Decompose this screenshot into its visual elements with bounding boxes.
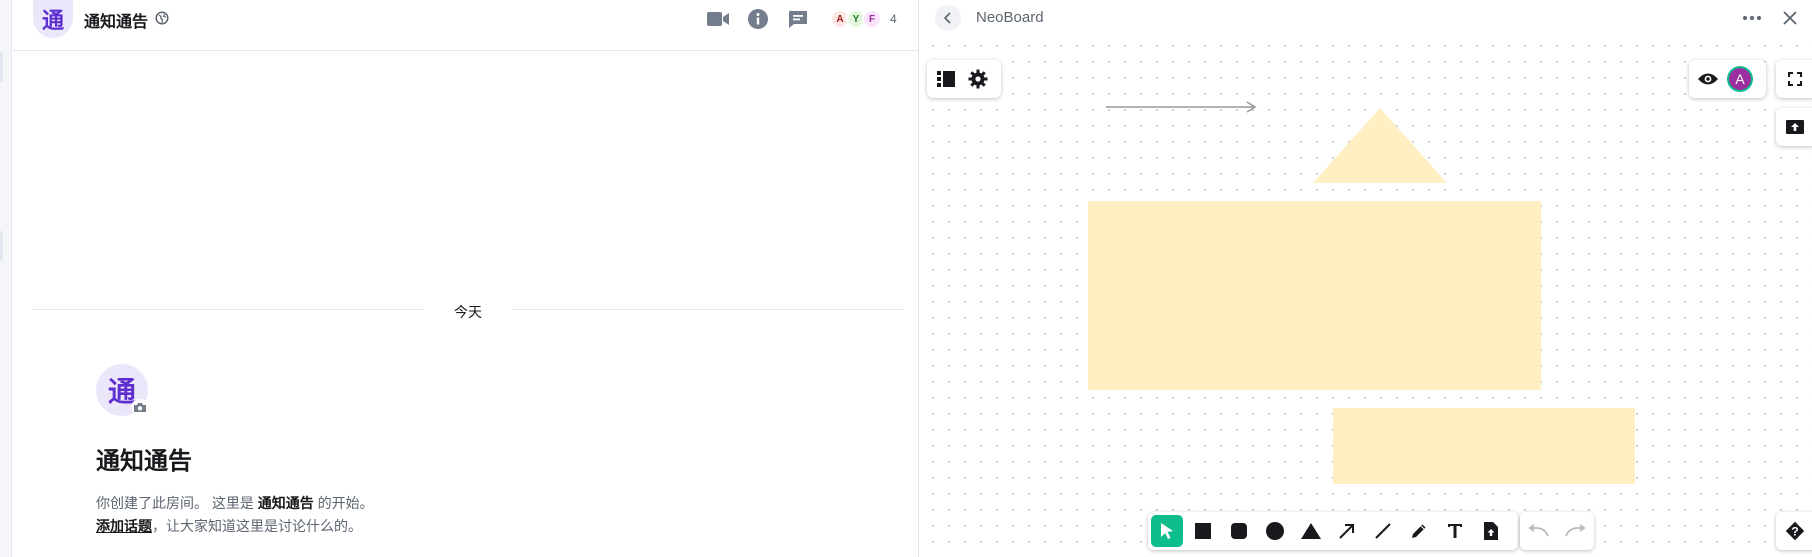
space-strip-marker xyxy=(0,52,3,82)
rectangle-shape[interactable] xyxy=(1088,201,1541,390)
intro-text-suffix: 的开始。 xyxy=(313,495,374,511)
rectangle-shape[interactable] xyxy=(1333,408,1635,484)
settings-icon[interactable] xyxy=(962,63,994,95)
whiteboard-canvas[interactable] xyxy=(919,0,1812,557)
room-avatar[interactable]: 通 xyxy=(33,0,73,38)
member-facepile[interactable]: A Y F 4 xyxy=(830,8,897,30)
intro-room-name: 通知通告 xyxy=(257,495,314,511)
room-name[interactable]: 通知通告 xyxy=(84,8,148,32)
presenter-panel: A xyxy=(1689,60,1766,98)
fullscreen-icon[interactable] xyxy=(1779,63,1811,95)
fullscreen-panel xyxy=(1776,60,1812,98)
presenter-initial: A xyxy=(1735,71,1745,87)
ellipse-tool-icon[interactable] xyxy=(1259,515,1291,547)
redo-icon[interactable] xyxy=(1559,515,1591,547)
presenter-view-icon[interactable] xyxy=(1692,63,1724,95)
tool-bar xyxy=(1148,512,1518,550)
more-options-icon[interactable] xyxy=(1739,6,1765,30)
text-tool-icon[interactable] xyxy=(1439,515,1471,547)
date-separator: 今天 xyxy=(33,302,903,320)
close-icon[interactable] xyxy=(1777,6,1803,30)
room-info-icon[interactable] xyxy=(746,8,770,30)
slide-panel xyxy=(927,60,1001,98)
back-button[interactable] xyxy=(935,5,961,31)
history-bar xyxy=(1520,512,1594,550)
member-avatar: F xyxy=(862,9,882,29)
room-intro-title: 通知通告 xyxy=(96,448,192,475)
room-intro-topic-text: 添加话题，让大家知道这里是讨论什么的。 xyxy=(96,516,362,536)
intro-text-prefix: 你创建了此房间。 这里是 xyxy=(96,495,258,511)
date-label: 今天 xyxy=(454,304,482,320)
camera-icon[interactable] xyxy=(131,399,149,415)
arrow-shape[interactable] xyxy=(1106,101,1257,113)
topic-hint-text: ，让大家知道这里是讨论什么的。 xyxy=(152,518,362,534)
neoboard-widget[interactable]: NeoBoard A ? xyxy=(918,0,1812,557)
rectangle-tool-icon[interactable] xyxy=(1187,515,1219,547)
room-view: 通 通知通告 A Y F 4 今天 通 通知通告 你创建了此房间。 这里是 通知… xyxy=(13,0,918,557)
room-intro-text: 你创建了此房间。 这里是 通知通告 的开始。 xyxy=(96,493,374,513)
line-tool-icon[interactable] xyxy=(1367,515,1399,547)
help-icon[interactable]: ? xyxy=(1779,515,1811,547)
rounded-rectangle-tool-icon[interactable] xyxy=(1223,515,1255,547)
globe-icon xyxy=(155,11,169,25)
space-panel-strip xyxy=(0,0,12,557)
pen-tool-icon[interactable] xyxy=(1403,515,1435,547)
export-panel xyxy=(1776,108,1812,146)
image-upload-tool-icon[interactable] xyxy=(1475,515,1507,547)
widget-header: NeoBoard xyxy=(919,0,1812,36)
arrow-tool-icon[interactable] xyxy=(1331,515,1363,547)
triangle-shape[interactable] xyxy=(1313,108,1447,183)
svg-text:?: ? xyxy=(1791,525,1798,539)
triangle-tool-icon[interactable] xyxy=(1295,515,1327,547)
space-strip-marker xyxy=(0,231,3,261)
presenter-avatar[interactable]: A xyxy=(1724,63,1756,95)
help-panel: ? xyxy=(1776,512,1812,550)
room-header: 通 通知通告 A Y F 4 xyxy=(13,0,918,51)
select-tool-icon[interactable] xyxy=(1151,515,1183,547)
undo-icon[interactable] xyxy=(1523,515,1555,547)
add-topic-link[interactable]: 添加话题 xyxy=(96,518,152,534)
widget-title: NeoBoard xyxy=(976,9,1044,26)
slide-list-icon[interactable] xyxy=(930,63,962,95)
member-count: 4 xyxy=(890,12,897,26)
export-icon[interactable] xyxy=(1779,111,1811,143)
video-call-icon[interactable] xyxy=(706,8,730,30)
threads-icon[interactable] xyxy=(786,8,810,30)
